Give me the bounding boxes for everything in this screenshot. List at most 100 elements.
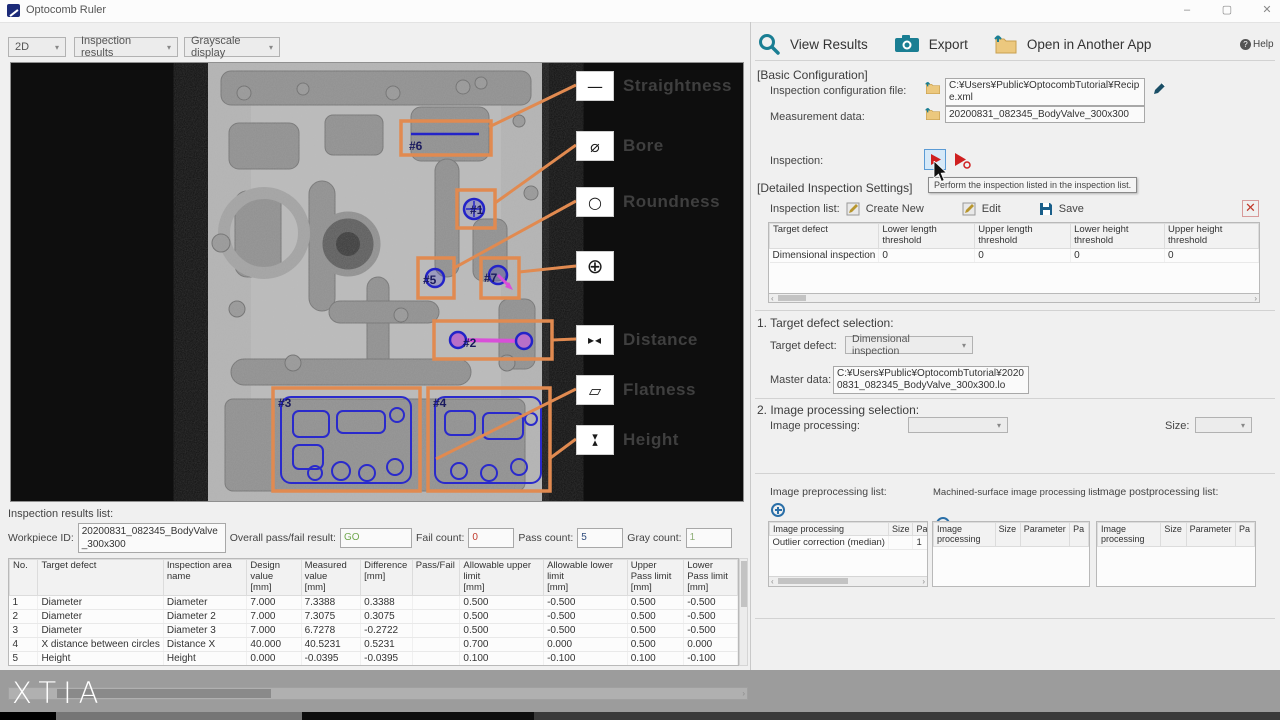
measurement-data-input[interactable]: 20200831_082345_BodyValve_300x300 bbox=[945, 106, 1145, 123]
edit-button[interactable]: Edit bbox=[982, 203, 1001, 215]
cell[interactable]: 0.100 bbox=[459, 651, 545, 665]
table-row[interactable]: Outlier correction (median) 1 bbox=[769, 535, 927, 551]
cell[interactable]: 0.000 bbox=[246, 651, 302, 665]
browse-data-folder-icon[interactable] bbox=[925, 107, 941, 121]
add-preprocessing-icon[interactable] bbox=[771, 503, 785, 517]
create-new-button[interactable]: Create New bbox=[866, 203, 924, 215]
cell[interactable]: 0.3388 bbox=[360, 595, 413, 610]
scroll-left-arrow-icon[interactable]: ‹ bbox=[771, 295, 774, 303]
cell[interactable]: 40.000 bbox=[246, 637, 302, 652]
cell[interactable]: 7.3388 bbox=[301, 595, 362, 610]
cell[interactable]: 7.000 bbox=[246, 595, 302, 610]
cell[interactable]: 1 bbox=[912, 535, 927, 551]
export-button[interactable]: Export bbox=[929, 37, 968, 52]
scrollbar-thumb[interactable] bbox=[778, 578, 848, 584]
maximize-button[interactable]: ▢ bbox=[1212, 3, 1242, 19]
view-mode-dropdown[interactable]: 2D ▾ bbox=[8, 37, 66, 57]
close-button[interactable]: ✕ bbox=[1252, 3, 1280, 19]
cell[interactable]: Flatness bbox=[163, 665, 247, 666]
cell[interactable]: Height bbox=[37, 651, 164, 665]
browse-config-folder-icon[interactable] bbox=[925, 81, 941, 95]
table-row[interactable]: 4X distance between circles Distance X 40.… bbox=[9, 637, 738, 652]
scrollbar-thumb[interactable] bbox=[778, 295, 806, 301]
cell[interactable]: 0.500 bbox=[459, 623, 545, 638]
results-horizontal-scrollbar[interactable]: › bbox=[8, 687, 748, 700]
cell[interactable]: 0.000 bbox=[544, 665, 628, 666]
cell[interactable]: 0.100 bbox=[627, 665, 684, 666]
cell[interactable]: -0.500 bbox=[543, 595, 628, 610]
cell[interactable]: 0 bbox=[878, 248, 976, 263]
delete-inspection-icon[interactable]: ✕ bbox=[1242, 200, 1259, 217]
cell[interactable]: Diameter bbox=[37, 595, 164, 610]
cell[interactable] bbox=[412, 623, 461, 638]
open-in-another-app-button[interactable]: Open in Another App bbox=[1027, 37, 1152, 52]
config-file-input[interactable]: C:¥Users¥Public¥OptocombTutorial¥Recipe.… bbox=[945, 78, 1145, 106]
size-dropdown[interactable]: ▾ bbox=[1195, 417, 1252, 433]
cell[interactable]: Diameter bbox=[37, 609, 164, 624]
scroll-right-arrow-icon[interactable]: › bbox=[1254, 295, 1257, 303]
table-row[interactable]: 3 Diameter Diameter 3 7.000 6.7278 -0.2722 0.5… bbox=[9, 623, 738, 638]
cell[interactable] bbox=[412, 637, 461, 652]
cell[interactable]: Flatness bbox=[38, 665, 163, 666]
cell[interactable]: -0.500 bbox=[543, 623, 628, 638]
cell[interactable]: -0.100 bbox=[543, 651, 628, 665]
cell[interactable]: -0.500 bbox=[683, 609, 738, 624]
cell[interactable]: 0.5231 bbox=[360, 637, 413, 652]
cell[interactable]: -0.500 bbox=[683, 623, 738, 638]
table-row[interactable]: 1 Diameter Diameter 7.000 7.3388 0.3388 0.500-… bbox=[9, 595, 738, 610]
target-defect-dropdown[interactable]: Dimensional inspection ▾ bbox=[845, 333, 973, 357]
cell[interactable]: -0.0708 bbox=[361, 665, 413, 666]
cell[interactable]: 0.100 bbox=[247, 665, 301, 666]
help-button[interactable]: ? Help bbox=[1240, 39, 1274, 50]
cell[interactable]: 0.3075 bbox=[360, 609, 413, 624]
cell[interactable] bbox=[412, 595, 461, 610]
cell[interactable]: 0 bbox=[1164, 248, 1259, 263]
cell[interactable]: Diameter bbox=[37, 623, 164, 638]
cell[interactable]: Distance X bbox=[163, 637, 248, 652]
view-results-button[interactable]: View Results bbox=[790, 37, 868, 52]
display-mode-dropdown[interactable]: Grayscale display ▾ bbox=[184, 35, 280, 59]
cell[interactable]: -0.0395 bbox=[360, 651, 413, 665]
minimize-button[interactable]: – bbox=[1172, 3, 1202, 19]
cell[interactable] bbox=[888, 535, 914, 551]
table-row[interactable]: 2 Diameter Diameter 2 7.000 7.3075 0.3075 0.50… bbox=[9, 609, 738, 624]
cell[interactable]: 0.500 bbox=[627, 595, 685, 610]
cell[interactable]: 0.500 bbox=[627, 623, 685, 638]
run-all-inspections-button[interactable] bbox=[951, 150, 973, 170]
table-row[interactable]: Dimensional inspection 0 0 0 0 bbox=[769, 248, 1259, 263]
cell[interactable]: -0.500 bbox=[683, 595, 738, 610]
cell[interactable]: 4 bbox=[9, 637, 39, 652]
cell[interactable]: Diameter 3 bbox=[163, 623, 248, 638]
cell[interactable] bbox=[412, 651, 461, 665]
cell[interactable]: Outlier correction (median) bbox=[769, 535, 889, 551]
cell[interactable]: 2 bbox=[9, 609, 39, 624]
table-row[interactable]: 6FlatnessFlatness0.1000.0292-0.07080.100… bbox=[10, 665, 738, 666]
cell[interactable]: 6 bbox=[10, 665, 38, 666]
cell[interactable]: 1 bbox=[9, 595, 39, 610]
cell[interactable]: 7.000 bbox=[246, 609, 302, 624]
scroll-left-arrow-icon[interactable]: ‹ bbox=[771, 578, 774, 586]
cell[interactable]: 0.500 bbox=[459, 609, 545, 624]
cell[interactable]: 7.000 bbox=[246, 623, 302, 638]
edit-config-pencil-icon[interactable] bbox=[1152, 81, 1167, 96]
cell[interactable]: -0.100 bbox=[683, 651, 738, 665]
cell[interactable]: 5 bbox=[9, 651, 39, 665]
cell[interactable]: Dimensional inspection bbox=[769, 248, 880, 263]
cell[interactable]: 0.500 bbox=[627, 637, 685, 652]
preprocessing-hscrollbar[interactable]: ‹ › bbox=[769, 576, 927, 586]
master-data-input[interactable]: C:¥Users¥Public¥OptocombTutorial¥2020083… bbox=[833, 366, 1029, 394]
cell[interactable]: 40.5231 bbox=[301, 637, 362, 652]
inspection-list-hscrollbar[interactable]: ‹ › bbox=[768, 293, 1260, 303]
cell[interactable]: 0.000 bbox=[683, 637, 738, 652]
cell[interactable]: -0.500 bbox=[543, 609, 628, 624]
scroll-right-arrow-icon[interactable]: › bbox=[922, 578, 925, 586]
cell[interactable]: 0.100 bbox=[460, 665, 544, 666]
cell[interactable]: 0.000 bbox=[543, 637, 628, 652]
inspection-image-viewer[interactable]: #6 #1 #5 #7 #2 #3 #4 — Straightness ⌀ Bo… bbox=[10, 62, 744, 502]
cell[interactable] bbox=[412, 609, 461, 624]
cell[interactable]: 0 bbox=[1070, 248, 1166, 263]
workpiece-id-input[interactable]: 20200831_082345_BodyValve_300x300 bbox=[77, 523, 226, 553]
cell[interactable]: Diameter bbox=[163, 595, 248, 610]
scrollbar-thumb[interactable] bbox=[741, 561, 747, 607]
cell[interactable]: X distance between circles bbox=[37, 637, 164, 652]
